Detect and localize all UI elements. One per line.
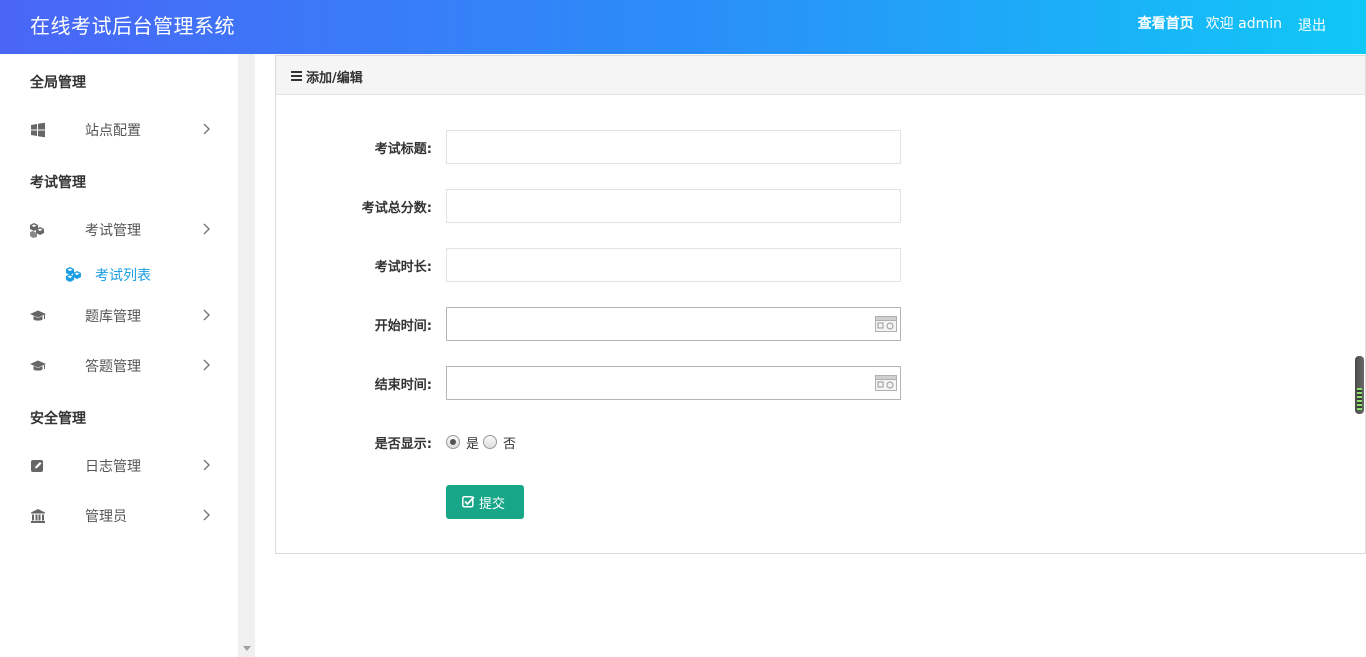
end-time-label: 结束时间: <box>374 378 432 393</box>
scrollbar-grip <box>1357 388 1362 410</box>
exam-title-input[interactable] <box>446 130 901 164</box>
form-row-end-time: 结束时间: <box>276 366 1365 400</box>
bank-icon <box>31 509 45 523</box>
end-time-input[interactable] <box>446 366 901 400</box>
total-score-input[interactable] <box>446 189 901 223</box>
sidebar-item-label: 考试管理 <box>85 223 141 239</box>
form-row-duration: 考试时长: <box>276 248 1365 282</box>
welcome-text: 欢迎 admin <box>1205 16 1282 32</box>
form-row-total-score: 考试总分数: <box>276 189 1365 223</box>
graduation-cap-icon <box>30 360 46 371</box>
header-nav: 查看首页 欢迎 admin 退出 <box>1138 14 1326 34</box>
start-time-input[interactable] <box>446 307 901 341</box>
sidebar-item-question-bank[interactable]: 题库管理 <box>0 301 238 331</box>
duration-input[interactable] <box>446 248 901 282</box>
form-row-start-time: 开始时间: <box>276 307 1365 341</box>
panel-header: 添加/编辑 <box>276 56 1365 95</box>
chevron-right-icon <box>203 359 210 371</box>
graduation-cap-icon <box>30 310 46 321</box>
sidebar-item-exam-management[interactable]: 考试管理 <box>0 215 238 245</box>
check-square-icon <box>462 496 475 508</box>
edit-panel: 添加/编辑 考试标题: 考试总分数: 考试时长: 开始时间: 结束时间: 是否显… <box>275 55 1366 554</box>
sidebar-item-label: 题库管理 <box>85 309 141 325</box>
display-yes-radio[interactable] <box>446 435 460 449</box>
scroll-down-arrow-icon[interactable] <box>243 646 251 651</box>
sidebar-subitem-label: 考试列表 <box>95 268 151 284</box>
chevron-right-icon <box>203 123 210 135</box>
sidebar-item-label: 日志管理 <box>85 459 141 475</box>
sidebar-scrollbar[interactable] <box>238 54 255 657</box>
display-no-label[interactable]: 否 <box>503 433 516 452</box>
app-title: 在线考试后台管理系统 <box>30 14 235 38</box>
calendar-icon[interactable] <box>875 375 897 391</box>
chevron-right-icon <box>203 309 210 321</box>
sidebar-item-answer-management[interactable]: 答题管理 <box>0 351 238 381</box>
sidebar-subitem-exam-list[interactable]: 考试列表 <box>0 262 238 286</box>
sidebar-item-label: 管理员 <box>85 509 127 525</box>
chevron-right-icon <box>203 223 210 235</box>
sidebar-item-log-management[interactable]: 日志管理 <box>0 451 238 481</box>
panel-title: 添加/编辑 <box>306 71 363 86</box>
form-row-exam-title: 考试标题: <box>276 130 1365 164</box>
chevron-right-icon <box>203 459 210 471</box>
cubes-icon <box>30 223 44 238</box>
total-score-label: 考试总分数: <box>361 201 432 216</box>
submit-button[interactable]: 提交 <box>446 485 524 519</box>
bars-icon <box>291 71 302 81</box>
display-yes-label[interactable]: 是 <box>466 433 479 452</box>
exam-title-label: 考试标题: <box>374 142 432 157</box>
view-homepage-link[interactable]: 查看首页 <box>1138 14 1194 34</box>
top-header: 在线考试后台管理系统 查看首页 欢迎 admin 退出 <box>0 0 1366 54</box>
display-label: 是否显示: <box>374 437 432 452</box>
sidebar-item-label: 站点配置 <box>85 123 141 139</box>
form-row-display: 是否显示: 是 否 <box>276 432 1365 452</box>
sidebar-item-site-config[interactable]: 站点配置 <box>0 115 238 145</box>
chevron-right-icon <box>203 509 210 521</box>
display-no-radio[interactable] <box>483 435 497 449</box>
calendar-icon[interactable] <box>875 316 897 332</box>
submit-button-label: 提交 <box>479 497 506 512</box>
sidebar-item-label: 答题管理 <box>85 359 141 375</box>
cubes-icon <box>66 267 81 282</box>
duration-label: 考试时长: <box>374 260 432 275</box>
logout-link[interactable]: 退出 <box>1298 16 1326 36</box>
windows-icon <box>31 122 45 138</box>
start-time-label: 开始时间: <box>374 319 432 334</box>
page-scrollbar-thumb[interactable] <box>1355 356 1364 414</box>
sidebar-item-administrators[interactable]: 管理员 <box>0 501 238 531</box>
sidebar-group-exam: 考试管理 <box>30 175 86 191</box>
edit-icon <box>31 460 43 472</box>
sidebar: 全局管理 站点配置 考试管理 考试管理 考试列表 题库管理 答题管理 安全管理 … <box>0 54 238 657</box>
sidebar-group-global: 全局管理 <box>30 75 86 91</box>
sidebar-group-security: 安全管理 <box>30 411 86 427</box>
